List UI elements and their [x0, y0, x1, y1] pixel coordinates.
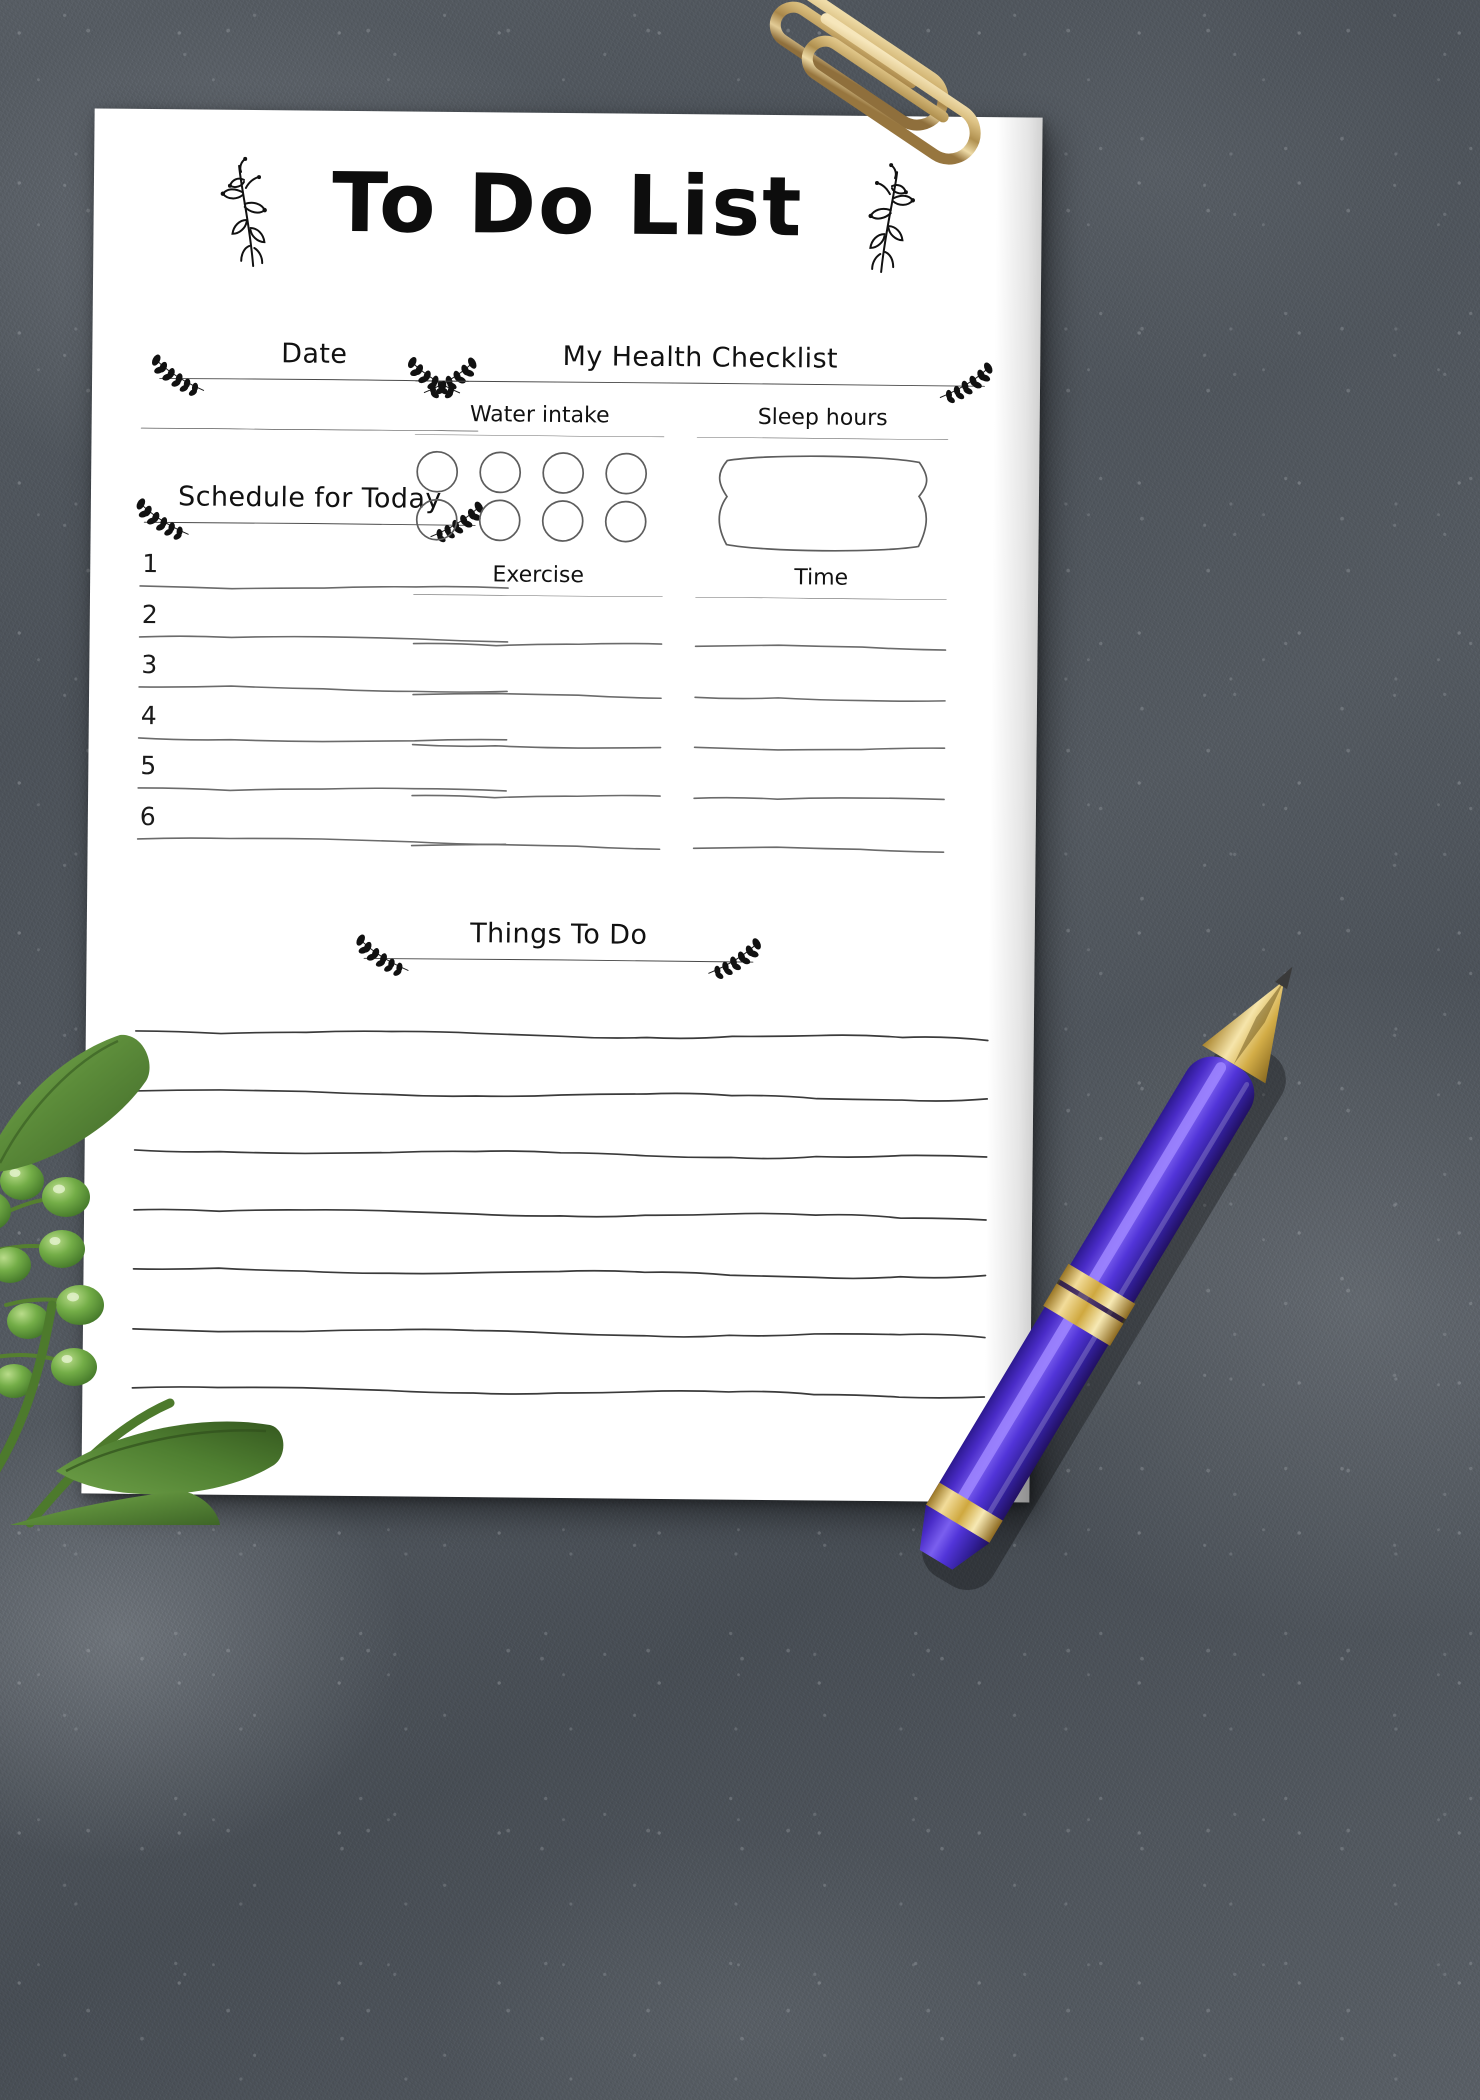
water-intake-rule: [414, 434, 665, 438]
water-intake-label: Water intake: [469, 402, 610, 429]
time-column-label: Time: [794, 565, 849, 591]
time-row-line[interactable]: [692, 794, 946, 805]
sleep-hours-label: Sleep hours: [757, 404, 888, 432]
exercise-column-label: Exercise: [492, 562, 585, 589]
exercise-row-line[interactable]: [411, 741, 663, 752]
time-row-line[interactable]: [693, 642, 947, 653]
sleep-hours-input-box[interactable]: [704, 452, 941, 554]
laurel-branch-icon-left: [406, 356, 464, 399]
schedule-row-number: 3: [141, 649, 158, 680]
laurel-branch-icon-right: [936, 362, 994, 405]
schedule-row-number: 2: [141, 599, 158, 629]
time-row-line[interactable]: [692, 844, 946, 855]
exercise-row-line[interactable]: [410, 791, 662, 802]
schedule-row-number: 1: [142, 548, 159, 579]
exercise-column-rule: [413, 594, 663, 598]
laurel-branch-icon-left: [150, 354, 208, 397]
time-column-rule: [695, 597, 947, 600]
time-row-line[interactable]: [693, 693, 947, 704]
schedule-row-number: 4: [140, 700, 157, 730]
health-heading-rule: [415, 380, 985, 387]
things-to-do-heading-label: Things To Do: [470, 918, 648, 951]
health-section-heading: My Health Checklist: [407, 340, 993, 404]
schedule-row-number: 6: [139, 801, 156, 831]
things-to-do-heading-rule: [363, 957, 754, 963]
health-heading-label: My Health Checklist: [562, 340, 839, 375]
date-input-line[interactable]: [140, 427, 480, 432]
time-row-line[interactable]: [693, 743, 947, 754]
date-heading-label: Date: [281, 338, 348, 370]
sleep-hours-rule: [696, 437, 949, 440]
things-to-do-section-heading: Things To Do: [356, 917, 761, 979]
water-intake-circles[interactable]: [413, 448, 670, 546]
laurel-branch-icon-right: [704, 937, 762, 980]
pen-decoration: [820, 965, 1380, 1605]
laurel-branch-icon-left: [354, 934, 412, 977]
schedule-row-number: 5: [140, 750, 157, 781]
plant-decoration: [0, 905, 300, 1528]
exercise-row-line[interactable]: [410, 842, 662, 853]
schedule-heading-label: Schedule for Today: [177, 481, 442, 515]
laurel-branch-icon-left: [135, 498, 193, 541]
exercise-row-line[interactable]: [411, 640, 663, 651]
gold-paperclip-icon-front: [722, 13, 1042, 229]
exercise-row-line[interactable]: [411, 690, 663, 701]
